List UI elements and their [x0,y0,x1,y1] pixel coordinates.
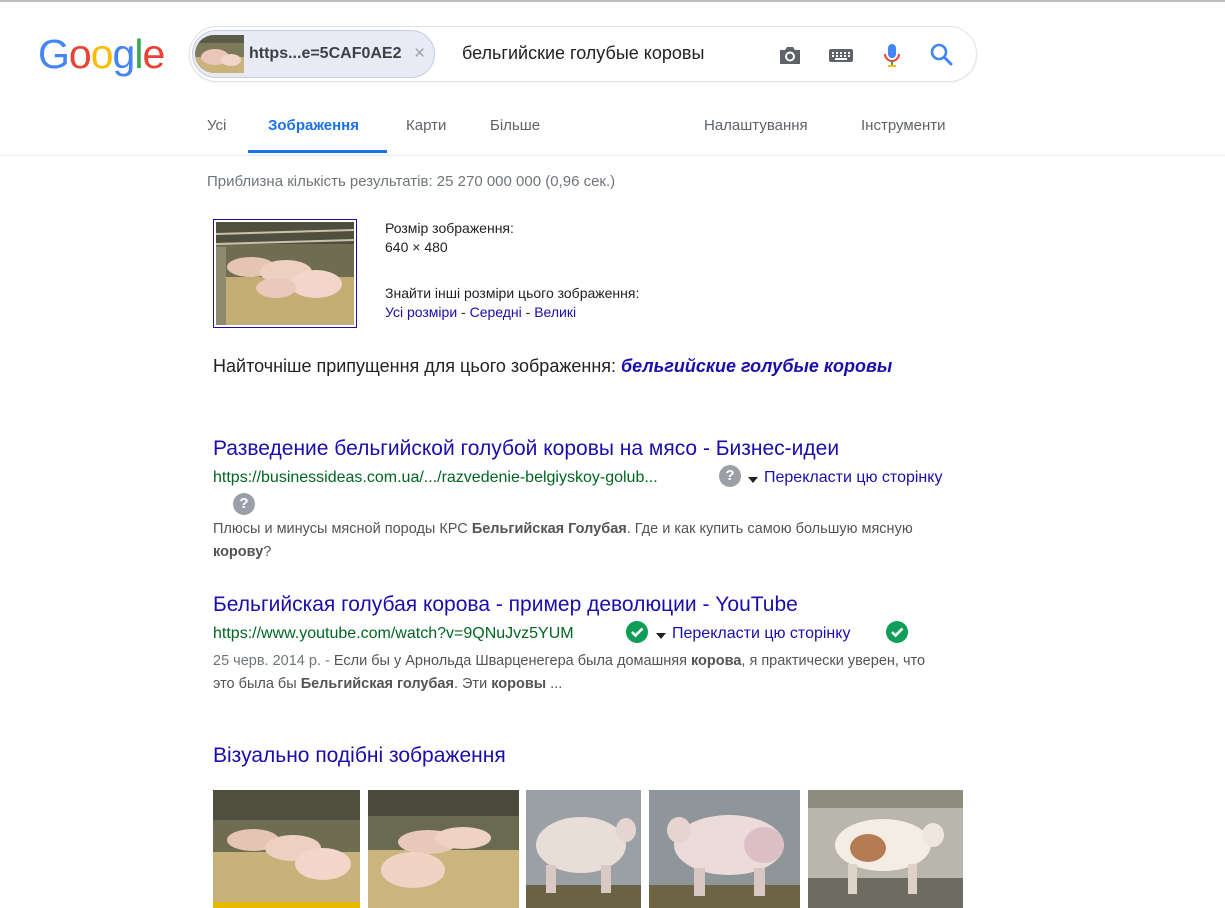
best-guess-label: Найточніше припущення для цього зображен… [213,356,622,376]
result-snippet: Плюсы и минусы мясной породы КРС Бельгий… [213,521,913,560]
active-tab-indicator [248,150,387,153]
medium-sizes-link[interactable]: Середні [470,304,522,320]
logo-letter: o [90,31,114,77]
tab-all[interactable]: Усі [207,117,226,134]
tab-more[interactable]: Більше [490,117,540,134]
result-url: https://www.youtube.com/watch?v=9QNuJvz5… [213,625,574,642]
logo-letter: G [38,31,70,77]
similar-image-thumbnail[interactable] [808,790,963,908]
image-size-label: Розмір зображення: [385,220,514,236]
logo-letter: o [68,31,92,77]
query-image-preview[interactable] [213,219,357,328]
similar-image-thumbnail[interactable] [368,790,519,908]
close-icon[interactable]: × [414,43,425,65]
search-box[interactable]: https...e=5CAF0AE2 × бельгийские голубые… [189,26,977,82]
logo-letter: l [134,31,143,77]
image-size-value: 640 × 480 [385,239,448,255]
result-snippet: 25 черв. 2014 р. - Если бы у Арнольда Шв… [213,653,926,692]
tab-tools[interactable]: Інструменти [861,117,946,134]
result-stats: Приблизна кількість результатів: 25 270 … [207,173,616,190]
help-icon[interactable]: ? [233,493,255,515]
image-query-label: https...e=5CAF0AE2 [249,45,402,62]
camera-icon[interactable] [776,41,804,69]
search-input[interactable]: бельгийские голубые коровы [462,43,704,64]
similar-image-thumbnail[interactable] [649,790,800,908]
best-guess: Найточніше припущення для цього зображен… [213,356,892,377]
similar-image-thumbnail[interactable] [213,790,360,908]
search-tabs: Усі Зображення Карти Більше Налаштування… [0,117,1225,156]
result-title[interactable]: Бельгийская голубая корова - пример дево… [213,593,798,617]
large-sizes-link[interactable]: Великі [534,304,576,320]
logo-letter: e [142,31,165,77]
translate-link[interactable]: Перекласти цю сторінку [672,625,850,643]
best-guess-link[interactable]: бельгийские голубые коровы [621,356,892,376]
similar-images-title[interactable]: Візуально подібні зображення [213,744,506,768]
top-border [0,0,1225,2]
check-icon[interactable] [626,621,648,643]
result-title[interactable]: Разведение бельгийской голубой коровы на… [213,437,839,461]
separator: - [457,304,470,320]
search-icon[interactable] [928,41,956,69]
keyboard-icon[interactable] [827,41,855,69]
separator: - [521,304,535,320]
dropdown-arrow-icon[interactable] [748,477,758,483]
dropdown-arrow-icon[interactable] [656,633,666,639]
tab-images[interactable]: Зображення [268,117,359,134]
microphone-icon[interactable] [878,41,906,69]
query-image-thumbnail [195,35,244,73]
tab-settings[interactable]: Налаштування [704,117,808,134]
check-icon[interactable] [886,621,908,643]
all-sizes-link[interactable]: Усі розміри [385,304,457,320]
similar-image-thumbnail[interactable] [526,790,641,908]
size-links: Усі розміри - Середні - Великі [385,304,576,320]
logo-letter: g [112,31,136,77]
other-sizes-label: Знайти інші розміри цього зображення: [385,285,640,301]
google-logo[interactable]: Google [38,31,165,77]
tab-maps[interactable]: Карти [406,117,446,134]
help-icon[interactable]: ? [719,465,741,487]
translate-link[interactable]: Перекласти цю сторінку [764,469,942,487]
result-url: https://businessideas.com.ua/.../razvede… [213,469,658,486]
image-query-chip[interactable]: https...e=5CAF0AE2 × [192,30,435,78]
